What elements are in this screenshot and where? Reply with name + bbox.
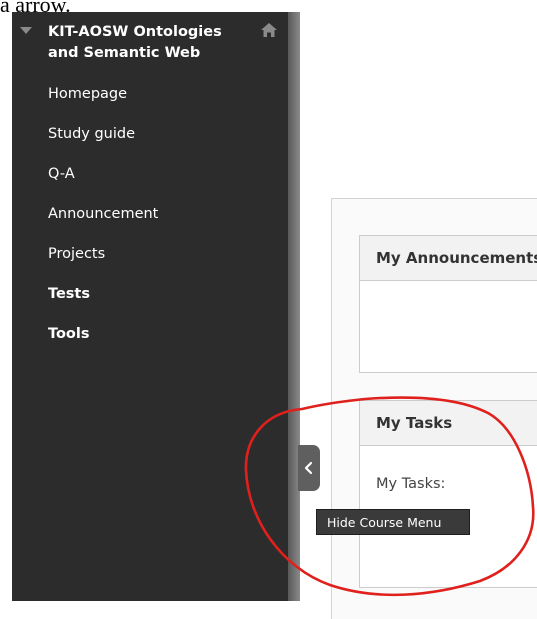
course-menu-list: Homepage Study guide Q-A Announcement Projec… xyxy=(48,84,158,364)
menu-item-tools[interactable]: Tools xyxy=(48,324,158,364)
announcements-module: My Announcements xyxy=(359,235,537,373)
content-area: My Announcements My Tasks My Tasks: xyxy=(331,198,537,619)
tasks-module-body: My Tasks: xyxy=(376,476,446,492)
menu-item-study-guide[interactable]: Study guide xyxy=(48,124,158,164)
tasks-module: My Tasks My Tasks: xyxy=(359,400,537,588)
course-menu: KIT-AOSW Ontologies and Semantic Web Hom… xyxy=(12,12,290,601)
menu-item-announcement[interactable]: Announcement xyxy=(48,204,158,244)
hide-course-menu-tooltip: Hide Course Menu xyxy=(316,509,470,535)
menu-item-tests[interactable]: Tests xyxy=(48,284,158,324)
menu-item-q-a[interactable]: Q-A xyxy=(48,164,158,204)
triangle-down-icon[interactable] xyxy=(20,27,32,34)
course-menu-edge xyxy=(288,12,300,601)
announcements-module-title[interactable]: My Announcements xyxy=(360,236,537,281)
chevron-left-icon xyxy=(304,461,313,475)
menu-item-projects[interactable]: Projects xyxy=(48,244,158,284)
menu-item-homepage[interactable]: Homepage xyxy=(48,84,158,124)
hide-course-menu-toggle[interactable] xyxy=(298,445,320,491)
tasks-module-title[interactable]: My Tasks xyxy=(360,401,537,446)
course-header: KIT-AOSW Ontologies and Semantic Web xyxy=(12,20,290,68)
course-title[interactable]: KIT-AOSW Ontologies and Semantic Web xyxy=(48,22,248,64)
home-icon[interactable] xyxy=(260,22,278,38)
